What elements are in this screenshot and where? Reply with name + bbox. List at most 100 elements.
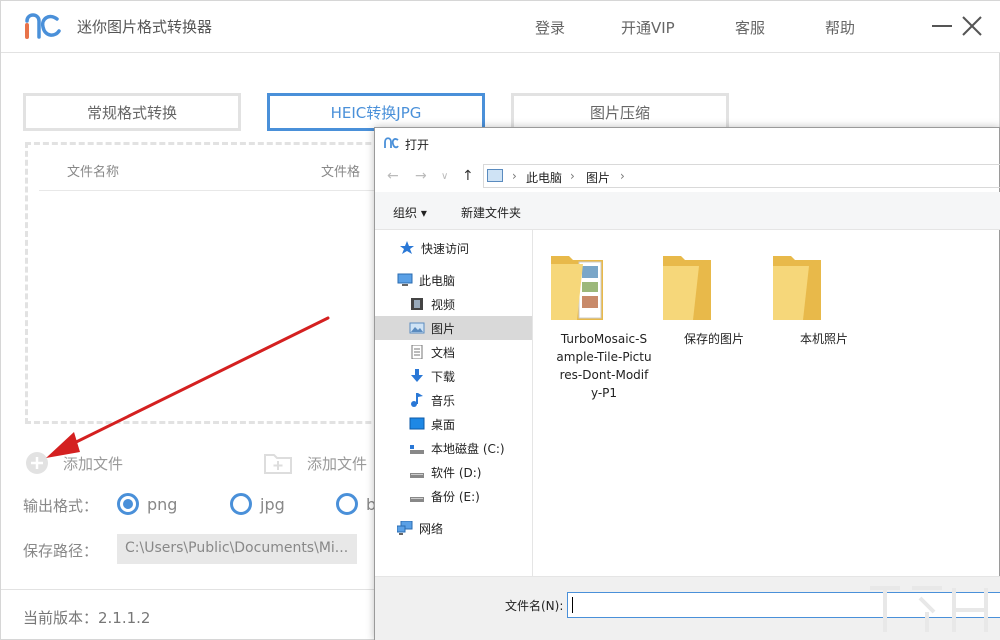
drive-icon: [409, 489, 425, 503]
folder-local-photos[interactable]: 本机照片: [769, 244, 879, 348]
format-radio-bmp[interactable]: b: [336, 493, 376, 515]
nav-label: 下载: [431, 368, 455, 385]
open-file-dialog: 打开 ← → ∨ ↑ › 此电脑 › 图片 › 组织 ▾ 新建文件夹 快速访问 …: [374, 127, 1000, 640]
nav-label: 本地磁盘 (C:): [431, 440, 505, 457]
breadcrumb-this-pc[interactable]: 此电脑: [526, 169, 562, 186]
app-title: 迷你图片格式转换器: [77, 16, 212, 37]
breadcrumb-separator: ›: [620, 169, 625, 183]
format-png-label: png: [147, 495, 177, 514]
help-link[interactable]: 帮助: [825, 17, 855, 38]
nav-videos[interactable]: 视频: [375, 292, 532, 316]
login-link[interactable]: 登录: [535, 17, 565, 38]
folder-name-line: ample-Tile-Pictu: [549, 348, 659, 366]
documents-icon: [409, 345, 425, 359]
output-format-label: 输出格式：: [23, 495, 98, 516]
nav-network[interactable]: 网络: [375, 516, 532, 540]
music-icon: [409, 393, 425, 407]
dialog-toolbar: 组织 ▾ 新建文件夹: [375, 192, 1000, 230]
folder-name: TurboMosaic-S ample-Tile-Pictu res-Dont-…: [549, 330, 659, 402]
nav-label: 视频: [431, 296, 455, 313]
nav-label: 此电脑: [419, 272, 455, 289]
nav-label: 快速访问: [421, 240, 469, 257]
new-folder-button[interactable]: 新建文件夹: [461, 204, 521, 221]
folder-with-images-icon: [549, 244, 605, 324]
download-icon: [409, 369, 425, 383]
nav-label: 桌面: [431, 416, 455, 433]
tab-heic-to-jpg[interactable]: HEIC转换JPG: [267, 93, 485, 131]
drive-icon: [409, 465, 425, 479]
radio-checked-icon: [117, 493, 139, 515]
save-path-field[interactable]: C:\Users\Public\Documents\Mi...: [117, 534, 357, 564]
column-file-name: 文件名称: [67, 161, 119, 180]
file-list-view: TurboMosaic-S ample-Tile-Pictu res-Dont-…: [533, 230, 1000, 576]
nav-downloads[interactable]: 下载: [375, 364, 532, 388]
nav-pictures[interactable]: 图片: [375, 316, 532, 340]
nav-label: 文档: [431, 344, 455, 361]
version-text: 当前版本：2.1.1.2: [23, 607, 150, 628]
network-icon: [397, 521, 413, 535]
dialog-bottom-bar: 文件名(N):: [375, 576, 1000, 640]
app-logo: [23, 11, 63, 43]
drive-icon: [409, 441, 425, 455]
filename-label: 文件名(N):: [505, 597, 563, 614]
nav-quick-access[interactable]: 快速访问: [375, 236, 532, 260]
tab-general-convert[interactable]: 常规格式转换: [23, 93, 241, 131]
nav-label: 音乐: [431, 392, 455, 409]
table-header-divider: [39, 190, 389, 191]
minimize-icon[interactable]: [929, 13, 955, 39]
format-radio-jpg[interactable]: jpg: [230, 493, 285, 515]
nav-label: 备份 (E:): [431, 488, 480, 505]
add-circle-icon: [25, 451, 49, 475]
forward-arrow-icon[interactable]: →: [415, 168, 427, 184]
app-logo-small-icon: [383, 136, 399, 150]
breadcrumb-separator: ›: [512, 169, 517, 183]
nav-this-pc[interactable]: 此电脑: [375, 268, 532, 292]
address-bar[interactable]: › 此电脑 › 图片 ›: [483, 164, 1000, 188]
column-file-format: 文件格: [321, 161, 360, 180]
format-radio-png[interactable]: png: [117, 493, 177, 515]
pictures-icon: [409, 321, 425, 335]
radio-unchecked-icon: [336, 493, 358, 515]
up-arrow-icon[interactable]: ↑: [462, 168, 474, 184]
navigation-pane: 快速访问 此电脑 视频 图片 文档 下载 音乐 桌面: [375, 230, 533, 576]
vip-link[interactable]: 开通VIP: [621, 17, 675, 38]
add-folder-icon: [263, 451, 293, 475]
folder-name-line: y-P1: [549, 384, 659, 402]
breadcrumb-pictures[interactable]: 图片: [586, 169, 610, 186]
breadcrumb-separator: ›: [570, 169, 575, 183]
dialog-title-bar: 打开: [375, 128, 1000, 158]
nav-label: 软件 (D:): [431, 464, 481, 481]
nav-drive-d[interactable]: 软件 (D:): [375, 460, 532, 484]
nav-drive-c[interactable]: 本地磁盘 (C:): [375, 436, 532, 460]
nav-documents[interactable]: 文档: [375, 340, 532, 364]
folder-icon: [769, 244, 825, 324]
video-icon: [409, 297, 425, 311]
nav-drive-e[interactable]: 备份 (E:): [375, 484, 532, 508]
organize-button[interactable]: 组织 ▾: [393, 204, 427, 221]
save-path-label: 保存路径：: [23, 540, 98, 561]
text-caret: [572, 597, 573, 613]
nav-label: 网络: [419, 520, 443, 537]
dialog-title: 打开: [405, 136, 429, 153]
close-icon[interactable]: [959, 13, 985, 39]
folder-name: 保存的图片: [659, 330, 769, 348]
back-arrow-icon[interactable]: ←: [387, 168, 399, 184]
tab-image-compress[interactable]: 图片压缩: [511, 93, 729, 131]
pictures-small-icon: [487, 169, 503, 182]
folder-saved-pictures[interactable]: 保存的图片: [659, 244, 769, 348]
folder-name-line: res-Dont-Modif: [549, 366, 659, 384]
support-link[interactable]: 客服: [735, 17, 765, 38]
nav-music[interactable]: 音乐: [375, 388, 532, 412]
filename-input[interactable]: [567, 592, 1000, 618]
folder-name-line: TurboMosaic-S: [549, 330, 659, 348]
add-file-label: 添加文件: [63, 453, 123, 474]
folder-name: 本机照片: [769, 330, 879, 348]
nav-label: 图片: [431, 320, 455, 337]
add-file-button[interactable]: 添加文件: [25, 451, 123, 475]
file-drop-area[interactable]: [25, 142, 425, 424]
nav-desktop[interactable]: 桌面: [375, 412, 532, 436]
recent-dropdown-icon[interactable]: ∨: [441, 171, 448, 182]
add-folder-button[interactable]: 添加文件: [263, 451, 367, 475]
title-bar: 迷你图片格式转换器 登录 开通VIP 客服 帮助: [1, 1, 1000, 53]
folder-turbomosaic[interactable]: TurboMosaic-S ample-Tile-Pictu res-Dont-…: [549, 244, 659, 402]
